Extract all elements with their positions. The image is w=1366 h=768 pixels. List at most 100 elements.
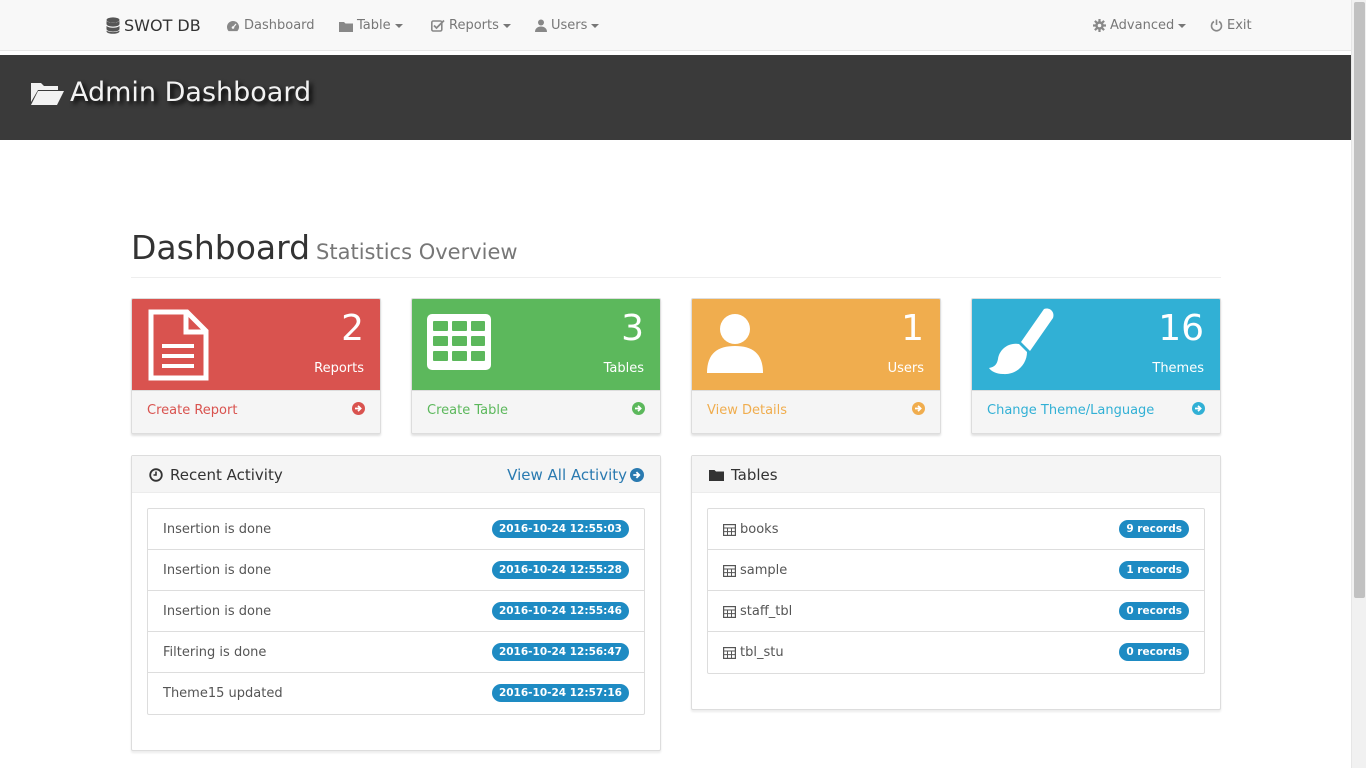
timestamp-badge: 2016-10-24 12:57:16 (491, 684, 629, 702)
nav-exit[interactable]: Exit (1210, 0, 1252, 51)
top-navbar: SWOT DB Dashboard Table Reports Users Ad… (0, 0, 1351, 51)
nav-table-label: Table (357, 18, 391, 33)
users-count: 1 (901, 308, 924, 349)
recent-activity-title: Recent Activity (149, 466, 283, 484)
table-list-item[interactable]: sample 1 records (708, 550, 1204, 591)
tables-label: Tables (603, 361, 644, 376)
nav-dashboard[interactable]: Dashboard (226, 0, 315, 51)
themes-stat-panel: 16 Themes Change Theme/Language (971, 298, 1221, 434)
folder-open-icon (31, 82, 64, 105)
timestamp-badge: 2016-10-24 12:55:28 (491, 561, 629, 579)
create-table-link[interactable]: Create Table (412, 390, 660, 433)
check-square-icon (431, 19, 445, 32)
recent-activity-header: Recent Activity View All Activity (132, 456, 660, 493)
header-band: Admin Dashboard (0, 55, 1351, 140)
activity-text: Filtering is done (163, 645, 267, 660)
vertical-scrollbar[interactable] (1351, 0, 1366, 768)
list-item: Theme15 updated 2016-10-24 12:57:16 (148, 673, 644, 714)
themes-stat-header: 16 Themes (972, 299, 1220, 390)
reports-stat-panel: 2 Reports Create Report (131, 298, 381, 434)
table-icon (723, 605, 736, 618)
list-item: Insertion is done 2016-10-24 12:55:46 (148, 591, 644, 632)
table-icon (723, 646, 736, 659)
users-label: Users (887, 361, 924, 376)
users-stat-panel: 1 Users View Details (691, 298, 941, 434)
table-name: tbl_stu (740, 645, 784, 660)
table-name: staff_tbl (740, 604, 793, 619)
nav-advanced-label: Advanced (1110, 18, 1175, 33)
nav-reports-dropdown[interactable]: Reports (431, 0, 511, 51)
activity-text: Insertion is done (163, 604, 272, 619)
reports-stat-header: 2 Reports (132, 299, 380, 390)
brush-icon (989, 308, 1054, 375)
change-theme-text: Change Theme/Language (987, 403, 1155, 418)
tables-list: books 9 records sample 1 records staff_t… (707, 508, 1205, 674)
table-icon (723, 564, 736, 577)
activity-text: Insertion is done (163, 563, 272, 578)
timestamp-badge: 2016-10-24 12:55:03 (491, 520, 629, 538)
brand-link[interactable]: SWOT DB (106, 0, 201, 51)
brand-text: SWOT DB (124, 16, 201, 35)
folder-icon (339, 21, 353, 32)
create-report-link[interactable]: Create Report (132, 390, 380, 433)
records-badge: 0 records (1119, 602, 1189, 620)
table-list-item[interactable]: books 9 records (708, 509, 1204, 550)
view-all-activity-text: View All Activity (507, 466, 627, 484)
table-item: tbl_stu (723, 645, 784, 660)
arrow-circle-right-icon (912, 402, 925, 415)
activity-text: Theme15 updated (163, 686, 283, 701)
arrow-circle-right-icon (630, 468, 644, 482)
records-badge: 9 records (1119, 520, 1189, 538)
user-icon (535, 19, 547, 32)
themes-count: 16 (1158, 308, 1204, 349)
recent-activity-panel: Recent Activity View All Activity Insert… (131, 455, 661, 751)
table-name: books (740, 522, 779, 537)
nav-users-dropdown[interactable]: Users (535, 0, 600, 51)
nav-advanced-dropdown[interactable]: Advanced (1093, 0, 1187, 51)
tables-panel-title: Tables (709, 466, 778, 484)
admin-title: Admin Dashboard (30, 77, 311, 108)
tables-panel-header: Tables (692, 456, 1220, 493)
table-list-item[interactable]: tbl_stu 0 records (708, 632, 1204, 673)
caret-down-icon (1178, 23, 1187, 28)
database-icon (106, 17, 120, 34)
caret-down-icon (394, 23, 403, 28)
tables-stat-panel: 3 Tables Create Table (411, 298, 661, 434)
table-item: staff_tbl (723, 604, 792, 619)
clock-icon (149, 468, 163, 482)
table-icon (723, 523, 736, 536)
reports-label: Reports (314, 361, 364, 376)
file-icon (148, 309, 209, 381)
table-icon (427, 314, 491, 370)
reports-count: 2 (341, 308, 364, 349)
themes-label: Themes (1152, 361, 1204, 376)
list-item: Filtering is done 2016-10-24 12:56:47 (148, 632, 644, 673)
records-badge: 1 records (1119, 561, 1189, 579)
table-list-item[interactable]: staff_tbl 0 records (708, 591, 1204, 632)
view-details-link[interactable]: View Details (692, 390, 940, 433)
timestamp-badge: 2016-10-24 12:56:47 (491, 643, 629, 661)
arrow-circle-right-icon (352, 402, 365, 415)
power-icon (1210, 19, 1223, 32)
timestamp-badge: 2016-10-24 12:55:46 (491, 602, 629, 620)
tables-count: 3 (621, 308, 644, 349)
scrollbar-thumb[interactable] (1354, 2, 1365, 598)
view-details-text: View Details (707, 403, 788, 418)
change-theme-link[interactable]: Change Theme/Language (972, 390, 1220, 433)
table-item: books (723, 522, 778, 537)
tables-panel-title-text: Tables (731, 466, 778, 484)
create-table-text: Create Table (427, 403, 508, 418)
nav-exit-label: Exit (1227, 18, 1252, 33)
activity-text: Insertion is done (163, 522, 272, 537)
caret-down-icon (591, 23, 600, 28)
user-icon (707, 314, 763, 373)
nav-table-dropdown[interactable]: Table (339, 0, 403, 51)
tables-stat-header: 3 Tables (412, 299, 660, 390)
page-title: Dashboard (131, 228, 311, 267)
view-all-activity-link[interactable]: View All Activity (507, 466, 644, 484)
page-subtitle: Statistics Overview (316, 240, 518, 264)
tables-panel: Tables books 9 records sample 1 records (691, 455, 1221, 710)
gear-icon (1093, 19, 1106, 32)
page-heading: Dashboard Statistics Overview (131, 228, 1221, 278)
records-badge: 0 records (1119, 643, 1189, 661)
